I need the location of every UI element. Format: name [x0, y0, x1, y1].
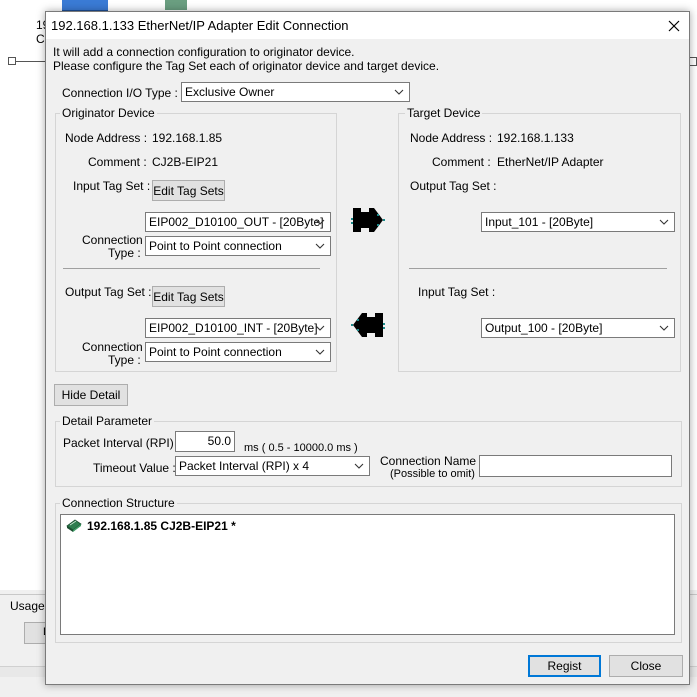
io-type-label: Connection I/O Type :	[62, 86, 178, 100]
packet-interval-range: ms ( 0.5 - 10000.0 ms )	[244, 442, 358, 454]
originator-output-tag-value: EIP002_D10100_INT - [20Byte]	[149, 321, 318, 335]
connection-type-label-line2: Type :	[108, 246, 141, 260]
originator-input-tag-value: EIP002_D10100_OUT - [20Byte]	[149, 215, 324, 229]
originator-connection-type-value: Point to Point connection	[149, 239, 282, 253]
network-node-icon	[8, 57, 16, 65]
packet-interval-label: Packet Interval (RPI) :	[63, 436, 181, 450]
target-node-address: 192.168.1.133	[497, 131, 574, 145]
connection-structure-legend: Connection Structure	[60, 496, 177, 510]
io-type-value: Exclusive Owner	[185, 85, 275, 99]
chevron-down-icon	[354, 463, 364, 469]
close-icon[interactable]	[659, 12, 689, 39]
target-node-address-label: Node Address :	[410, 131, 493, 145]
dialog-titlebar[interactable]: 192.168.1.133 EtherNet/IP Adapter Edit C…	[46, 12, 689, 39]
originator-connection-type2-value: Point to Point connection	[149, 345, 282, 359]
detail-parameter-legend: Detail Parameter	[60, 414, 155, 428]
originator-connection-type2-select[interactable]: Point to Point connection	[145, 342, 331, 362]
close-label: Close	[630, 659, 662, 673]
target-device-legend: Target Device	[405, 106, 483, 120]
originator-node-address: 192.168.1.85	[152, 131, 223, 145]
arrow-right-icon	[351, 208, 385, 232]
packet-interval-input[interactable]: 50.0	[175, 431, 235, 452]
chevron-down-icon	[659, 325, 669, 331]
originator-output-tag-set-label: Output Tag Set :	[65, 285, 152, 299]
connection-name-hint: (Possible to omit)	[390, 468, 475, 480]
edit-output-tag-sets-button[interactable]: Edit Tag Sets	[152, 286, 225, 307]
device-icon	[66, 519, 82, 532]
originator-comment-label: Comment :	[88, 155, 147, 169]
target-comment-label: Comment :	[432, 155, 491, 169]
originator-output-tag-select[interactable]: EIP002_D10100_INT - [20Byte]	[145, 318, 331, 338]
io-type-select[interactable]: Exclusive Owner	[181, 82, 410, 102]
intro-text-line2: Please configure the Tag Set each of ori…	[53, 59, 440, 73]
tree-item-originator[interactable]: 192.168.1.85 CJ2B-EIP21 *	[87, 519, 236, 533]
chevron-down-icon	[315, 219, 325, 225]
connection-structure-tree[interactable]: 192.168.1.85 CJ2B-EIP21 *	[60, 514, 675, 635]
connection-type2-label-line1: Connection	[82, 340, 143, 354]
hide-detail-label: Hide Detail	[61, 388, 121, 402]
arrow-left-icon	[351, 313, 385, 337]
originator-node-address-label: Node Address :	[65, 131, 148, 145]
originator-comment: CJ2B-EIP21	[152, 155, 219, 169]
timeout-value: Packet Interval (RPI) x 4	[179, 459, 310, 473]
regist-button[interactable]: Regist	[528, 655, 601, 677]
detail-parameter-group: Detail Parameter	[55, 414, 682, 487]
dialog-title: 192.168.1.133 EtherNet/IP Adapter Edit C…	[51, 18, 349, 33]
chevron-down-icon	[315, 349, 325, 355]
regist-label: Regist	[547, 659, 582, 673]
chevron-down-icon	[315, 243, 325, 249]
target-input-tag-value: Output_100 - [20Byte]	[485, 321, 603, 335]
connection-name-label: Connection Name :	[380, 454, 483, 468]
timeout-select[interactable]: Packet Interval (RPI) x 4	[175, 456, 370, 476]
target-input-tag-select[interactable]: Output_100 - [20Byte]	[481, 318, 675, 338]
target-output-tag-value: Input_101 - [20Byte]	[485, 215, 594, 229]
hide-detail-button[interactable]: Hide Detail	[54, 384, 128, 406]
connection-name-input[interactable]	[479, 455, 672, 477]
originator-input-tag-set-label: Input Tag Set :	[73, 179, 151, 193]
network-device-icon	[165, 0, 187, 10]
target-output-tag-set-label: Output Tag Set :	[410, 179, 497, 193]
chevron-down-icon	[659, 219, 669, 225]
connection-type2-label-line2: Type :	[108, 353, 141, 367]
originator-connection-type-select[interactable]: Point to Point connection	[145, 236, 331, 256]
originator-input-tag-select[interactable]: EIP002_D10100_OUT - [20Byte]	[145, 212, 331, 232]
target-input-tag-set-label: Input Tag Set :	[418, 285, 496, 299]
target-output-tag-select[interactable]: Input_101 - [20Byte]	[481, 212, 675, 232]
edit-input-tag-sets-button[interactable]: Edit Tag Sets	[152, 180, 225, 201]
target-comment: EtherNet/IP Adapter	[497, 155, 604, 169]
chevron-down-icon	[315, 325, 325, 331]
edit-connection-dialog: 192.168.1.133 EtherNet/IP Adapter Edit C…	[45, 11, 690, 685]
originator-separator	[63, 268, 320, 269]
intro-text-line1: It will add a connection configuration t…	[53, 45, 355, 59]
timeout-label: Timeout Value :	[93, 461, 176, 475]
edit-input-tag-sets-label: Edit Tag Sets	[153, 183, 224, 198]
close-button[interactable]: Close	[609, 655, 683, 677]
connection-type-label-line1: Connection	[82, 233, 143, 247]
target-separator	[409, 268, 667, 269]
originator-device-legend: Originator Device	[60, 106, 157, 120]
edit-output-tag-sets-label: Edit Tag Sets	[153, 289, 224, 304]
chevron-down-icon	[394, 89, 404, 95]
